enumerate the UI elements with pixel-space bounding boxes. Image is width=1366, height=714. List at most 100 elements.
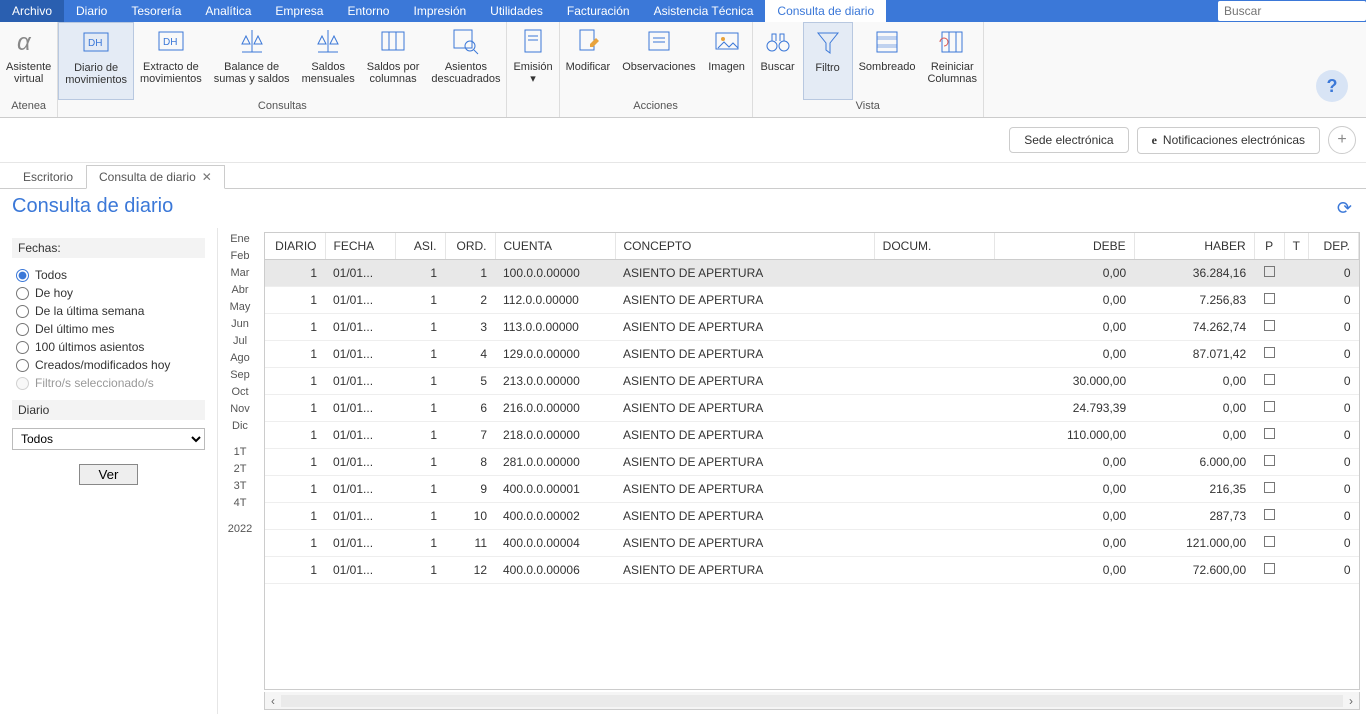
checkbox-icon[interactable] [1264, 401, 1275, 412]
radio-input[interactable] [16, 341, 29, 354]
checkbox-icon[interactable] [1264, 320, 1275, 331]
cell-p[interactable] [1254, 287, 1284, 314]
ribbon-sombreado[interactable]: Sombreado [853, 22, 922, 100]
menu-diario[interactable]: Diario [64, 0, 119, 22]
ribbon-extracto-de[interactable]: DHExtracto de movimientos [134, 22, 208, 100]
search-box[interactable] [1218, 1, 1366, 21]
radio-todos[interactable]: Todos [12, 266, 205, 284]
period-abr[interactable]: Abr [218, 283, 262, 297]
menu-analítica[interactable]: Analítica [193, 0, 263, 22]
cell-p[interactable] [1254, 476, 1284, 503]
period-2022[interactable]: 2022 [218, 522, 262, 536]
radio-input[interactable] [16, 269, 29, 282]
search-input[interactable] [1224, 4, 1360, 18]
period-dic[interactable]: Dic [218, 419, 262, 433]
cell-p[interactable] [1254, 503, 1284, 530]
col-asi[interactable]: ASI. [395, 233, 445, 260]
checkbox-icon[interactable] [1264, 482, 1275, 493]
refresh-icon[interactable]: ⟳ [1337, 198, 1366, 219]
radio-100-ltimos-asientos[interactable]: 100 últimos asientos [12, 338, 205, 356]
ribbon-asistente[interactable]: αAsistente virtual [0, 22, 57, 100]
table-row[interactable]: 101/01...17218.0.0.00000ASIENTO DE APERT… [265, 422, 1359, 449]
table-row[interactable]: 101/01...111400.0.0.00004ASIENTO DE APER… [265, 530, 1359, 557]
checkbox-icon[interactable] [1264, 455, 1275, 466]
cell-p[interactable] [1254, 557, 1284, 584]
period-mar[interactable]: Mar [218, 266, 262, 280]
table-row[interactable]: 101/01...112400.0.0.00006ASIENTO DE APER… [265, 557, 1359, 584]
col-diario[interactable]: DIARIO [265, 233, 325, 260]
checkbox-icon[interactable] [1264, 563, 1275, 574]
checkbox-icon[interactable] [1264, 428, 1275, 439]
scroll-left-icon[interactable]: ‹ [265, 694, 281, 708]
period-ene[interactable]: Ene [218, 232, 262, 246]
tab-escritorio[interactable]: Escritorio [10, 165, 86, 188]
menu-consulta-de-diario[interactable]: Consulta de diario [765, 0, 886, 22]
menu-archivo[interactable]: Archivo [0, 0, 64, 22]
checkbox-icon[interactable] [1264, 266, 1275, 277]
col-ord[interactable]: ORD. [445, 233, 495, 260]
cell-p[interactable] [1254, 449, 1284, 476]
ribbon-saldos-por[interactable]: Saldos por columnas [361, 22, 426, 100]
ribbon-imagen[interactable]: Imagen [702, 22, 752, 100]
table-row[interactable]: 101/01...18281.0.0.00000ASIENTO DE APERT… [265, 449, 1359, 476]
menu-facturación[interactable]: Facturación [555, 0, 642, 22]
ver-button[interactable]: Ver [79, 464, 137, 485]
radio-de-la-ltima-semana[interactable]: De la última semana [12, 302, 205, 320]
period-nov[interactable]: Nov [218, 402, 262, 416]
checkbox-icon[interactable] [1264, 347, 1275, 358]
ribbon-diario-de[interactable]: DHDiario de movimientos [58, 22, 134, 100]
cell-p[interactable] [1254, 395, 1284, 422]
period-2t[interactable]: 2T [218, 462, 262, 476]
table-row[interactable]: 101/01...14129.0.0.00000ASIENTO DE APERT… [265, 341, 1359, 368]
radio-creados-modificados-hoy[interactable]: Creados/modificados hoy [12, 356, 205, 374]
cell-p[interactable] [1254, 530, 1284, 557]
col-docum[interactable]: DOCUM. [874, 233, 994, 260]
radio-del-ltimo-mes[interactable]: Del último mes [12, 320, 205, 338]
period-4t[interactable]: 4T [218, 496, 262, 510]
ribbon-saldos[interactable]: Saldos mensuales [296, 22, 361, 100]
diario-select[interactable]: Todos [12, 428, 205, 450]
ribbon-modificar[interactable]: Modificar [560, 22, 617, 100]
period-sep[interactable]: Sep [218, 368, 262, 382]
scroll-right-icon[interactable]: › [1343, 694, 1359, 708]
table-row[interactable]: 101/01...13113.0.0.00000ASIENTO DE APERT… [265, 314, 1359, 341]
radio-input[interactable] [16, 359, 29, 372]
table-row[interactable]: 101/01...12112.0.0.00000ASIENTO DE APERT… [265, 287, 1359, 314]
col-haber[interactable]: HABER [1134, 233, 1254, 260]
close-icon[interactable]: ✕ [202, 170, 212, 184]
period-jun[interactable]: Jun [218, 317, 262, 331]
ribbon-emisi-n[interactable]: Emisión ▾ [507, 22, 558, 100]
col-debe[interactable]: DEBE [994, 233, 1134, 260]
col-concepto[interactable]: CONCEPTO [615, 233, 874, 260]
menu-utilidades[interactable]: Utilidades [478, 0, 555, 22]
menu-impresión[interactable]: Impresión [401, 0, 478, 22]
table-row[interactable]: 101/01...15213.0.0.00000ASIENTO DE APERT… [265, 368, 1359, 395]
table-row[interactable]: 101/01...11100.0.0.00000ASIENTO DE APERT… [265, 260, 1359, 287]
horizontal-scrollbar[interactable]: ‹ › [264, 692, 1360, 710]
checkbox-icon[interactable] [1264, 536, 1275, 547]
scroll-track[interactable] [281, 695, 1343, 707]
checkbox-icon[interactable] [1264, 509, 1275, 520]
checkbox-icon[interactable] [1264, 293, 1275, 304]
period-1t[interactable]: 1T [218, 445, 262, 459]
menu-empresa[interactable]: Empresa [263, 0, 335, 22]
period-feb[interactable]: Feb [218, 249, 262, 263]
col-fecha[interactable]: FECHA [325, 233, 395, 260]
radio-input[interactable] [16, 305, 29, 318]
table-row[interactable]: 101/01...19400.0.0.00001ASIENTO DE APERT… [265, 476, 1359, 503]
cell-p[interactable] [1254, 314, 1284, 341]
col-dep[interactable]: DEP. [1309, 233, 1359, 260]
radio-de-hoy[interactable]: De hoy [12, 284, 205, 302]
checkbox-icon[interactable] [1264, 374, 1275, 385]
radio-input[interactable] [16, 323, 29, 336]
ribbon-filtro[interactable]: Filtro [803, 22, 853, 100]
menu-tesorería[interactable]: Tesorería [119, 0, 193, 22]
sede-electronica-button[interactable]: Sede electrónica [1009, 127, 1128, 153]
ribbon-asientos[interactable]: Asientos descuadrados [425, 22, 506, 100]
tab-consulta-de-diario[interactable]: Consulta de diario✕ [86, 165, 225, 189]
period-oct[interactable]: Oct [218, 385, 262, 399]
period-3t[interactable]: 3T [218, 479, 262, 493]
notificaciones-button[interactable]: eNotificaciones electrónicas [1137, 127, 1320, 154]
ribbon-balance-de[interactable]: Balance de sumas y saldos [208, 22, 296, 100]
col-p[interactable]: P [1254, 233, 1284, 260]
